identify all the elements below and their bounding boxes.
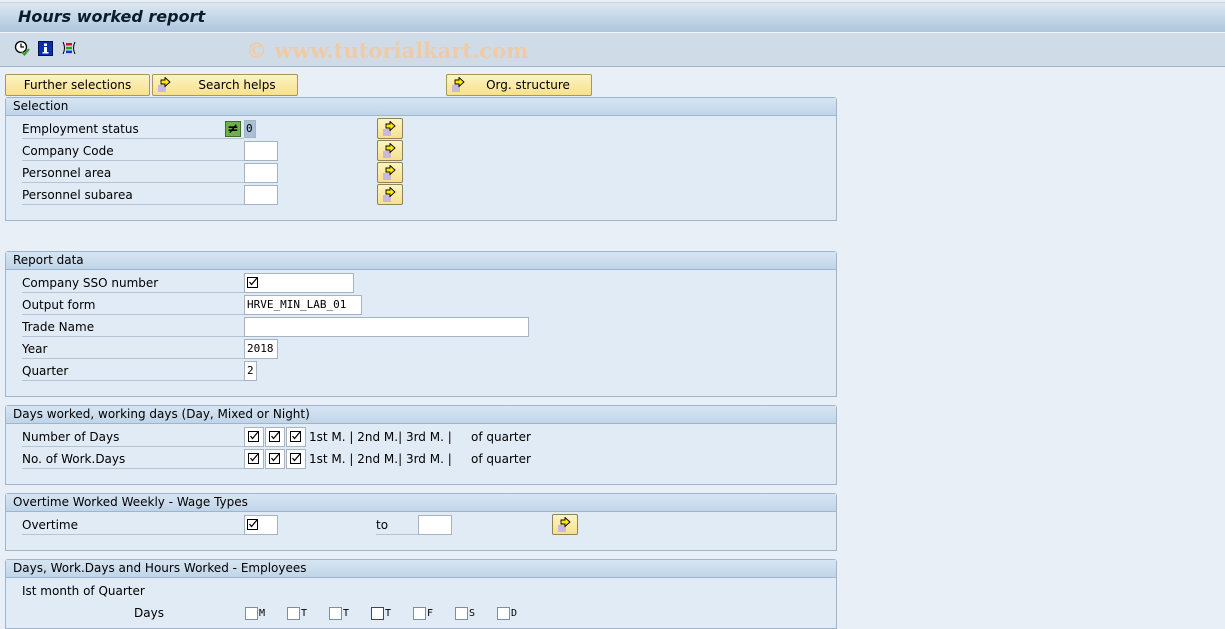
not-equal-operator-icon[interactable]: ≠ [225,121,241,137]
personnel-subarea-multiple-selection-button[interactable] [377,184,403,205]
number-of-days-month2-checkbox[interactable] [265,427,285,447]
overtime-label: Overtime [22,515,244,535]
arrow-right-icon [558,517,571,532]
number-of-days-months-text: 1st M. | 2nd M.| 3rd M. | [309,430,452,444]
search-helps-label: Search helps [198,78,276,92]
overtime-group: Overtime Worked Weekly - Wage Types Over… [5,493,837,551]
number-of-days-month1-checkbox[interactable] [244,427,264,447]
year-input[interactable]: 2018 [244,339,278,359]
quarter-label: Quarter [22,361,244,381]
overtime-to-label: to [376,515,418,535]
application-toolbar: © www.tutorialkart.com [0,33,1225,67]
selection-group: Selection Employment status ≠ 0 Company … [5,97,837,221]
watermark: © www.tutorialkart.com [246,38,529,63]
title-bar: Hours worked report [0,2,1225,33]
days-worked-group-title: Days worked, working days (Day, Mixed or… [6,406,836,424]
trade-name-label: Trade Name [22,317,244,337]
day-label: M [259,608,266,619]
day-label: T [343,608,350,619]
work-days-month1-checkbox[interactable] [244,449,264,469]
day-checkbox-wednesday[interactable] [329,607,342,620]
company-sso-number-label: Company SSO number [22,273,244,293]
number-of-days-label: Number of Days [22,427,244,447]
day-label: F [427,608,434,619]
work-days-month2-checkbox[interactable] [265,449,285,469]
day-checkbox-saturday[interactable] [455,607,468,620]
day-checkbox-monday[interactable] [245,607,258,620]
number-of-days-month3-checkbox[interactable] [286,427,306,447]
day-checkbox-tuesday[interactable] [287,607,300,620]
output-form-input[interactable]: HRVE_MIN_LAB_01 [244,295,362,315]
page-title: Hours worked report [18,7,206,26]
day-label: D [511,608,518,619]
no-of-work-days-label: No. of Work.Days [22,449,244,469]
employees-group-title: Days, Work.Days and Hours Worked - Emplo… [6,560,836,578]
info-icon[interactable] [37,40,53,56]
report-data-group: Report data Company SSO number Output fo… [5,251,837,397]
overtime-to-input[interactable] [418,515,452,535]
company-code-label: Company Code [22,141,244,161]
employment-status-multiple-selection-button[interactable] [377,118,403,139]
output-form-label: Output form [22,295,244,315]
number-of-days-suffix: of quarter [471,430,531,444]
work-days-suffix: of quarter [471,452,531,466]
checkbox-checked-icon [247,519,258,530]
day-label: S [469,608,476,619]
overtime-group-title: Overtime Worked Weekly - Wage Types [6,494,836,512]
further-selections-label: Further selections [23,78,132,92]
employment-status-input[interactable]: 0 [244,120,256,138]
report-data-group-title: Report data [6,252,836,270]
company-code-input[interactable] [244,141,278,161]
selection-group-title: Selection [6,98,836,116]
org-structure-label: Org. structure [486,78,570,92]
quarter-input[interactable]: 2 [244,361,257,381]
arrow-right-icon [383,187,396,202]
work-days-month3-checkbox[interactable] [286,449,306,469]
month-of-quarter-label: Ist month of Quarter [22,584,145,598]
arrow-right-icon [383,143,396,158]
day-checkbox-sunday[interactable] [497,607,510,620]
work-days-months-text: 1st M. | 2nd M.| 3rd M. | [309,452,452,466]
arrow-right-icon [383,121,396,136]
day-checkbox-friday[interactable] [413,607,426,620]
arrow-right-icon [451,76,467,96]
day-checkbox-thursday[interactable] [371,607,384,620]
company-sso-number-input[interactable] [244,273,354,293]
employees-group: Days, Work.Days and Hours Worked - Emplo… [5,559,837,629]
personnel-area-label: Personnel area [22,163,244,183]
selection-options-icon[interactable] [61,40,77,56]
days-label: Days [134,606,164,620]
personnel-subarea-input[interactable] [244,185,278,205]
day-label: T [301,608,308,619]
arrow-right-icon [157,76,173,96]
checkbox-checked-icon [247,277,258,288]
personnel-subarea-label: Personnel subarea [22,185,244,205]
org-structure-button[interactable]: Org. structure [446,74,592,96]
overtime-from-input[interactable] [244,515,278,535]
day-label: T [385,608,392,619]
year-label: Year [22,339,244,359]
arrow-right-icon [383,165,396,180]
company-code-multiple-selection-button[interactable] [377,140,403,161]
further-selections-button[interactable]: Further selections [5,74,150,96]
overtime-multiple-selection-button[interactable] [552,514,578,535]
days-worked-group: Days worked, working days (Day, Mixed or… [5,405,837,485]
personnel-area-multiple-selection-button[interactable] [377,162,403,183]
trade-name-input[interactable] [244,317,529,337]
employment-status-label: Employment status [22,119,244,139]
search-helps-button[interactable]: Search helps [152,74,298,96]
personnel-area-input[interactable] [244,163,278,183]
execute-clock-icon[interactable] [14,40,30,56]
